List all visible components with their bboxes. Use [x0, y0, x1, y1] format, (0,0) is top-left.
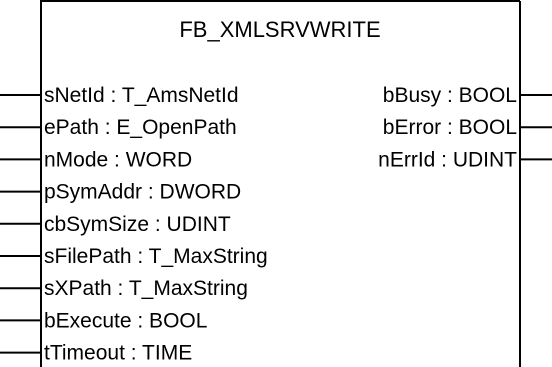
- input-pin-label-nMode: nMode : WORD: [44, 148, 192, 171]
- output-pin-label-nErrId: nErrId : UDINT: [378, 148, 517, 171]
- input-pin-label-tTimeout: tTimeout : TIME: [44, 342, 192, 365]
- input-pin-label-cbSymSize: cbSymSize : UDINT: [44, 213, 231, 236]
- input-pin-label-sNetId: sNetId : T_AmsNetId: [44, 84, 239, 107]
- input-pin-label-sXPath: sXPath : T_MaxString: [44, 277, 248, 300]
- output-pin-label-bBusy: bBusy : BOOL: [383, 84, 517, 107]
- input-pin-label-bExecute: bExecute : BOOL: [44, 309, 207, 332]
- output-pins: bBusy : BOOL bError : BOOL nErrId : UDINT: [378, 84, 552, 171]
- input-pin-label-ePath: ePath : E_OpenPath: [44, 116, 237, 139]
- output-pin-label-bError: bError : BOOL: [383, 116, 517, 139]
- input-pin-label-pSymAddr: pSymAddr : DWORD: [44, 181, 241, 204]
- input-pin-label-sFilePath: sFilePath : T_MaxString: [44, 245, 268, 268]
- function-block-diagram: FB_XMLSRVWRITE sNetId : T_AmsNetId ePath …: [0, 0, 552, 367]
- block-title: FB_XMLSRVWRITE: [179, 17, 380, 42]
